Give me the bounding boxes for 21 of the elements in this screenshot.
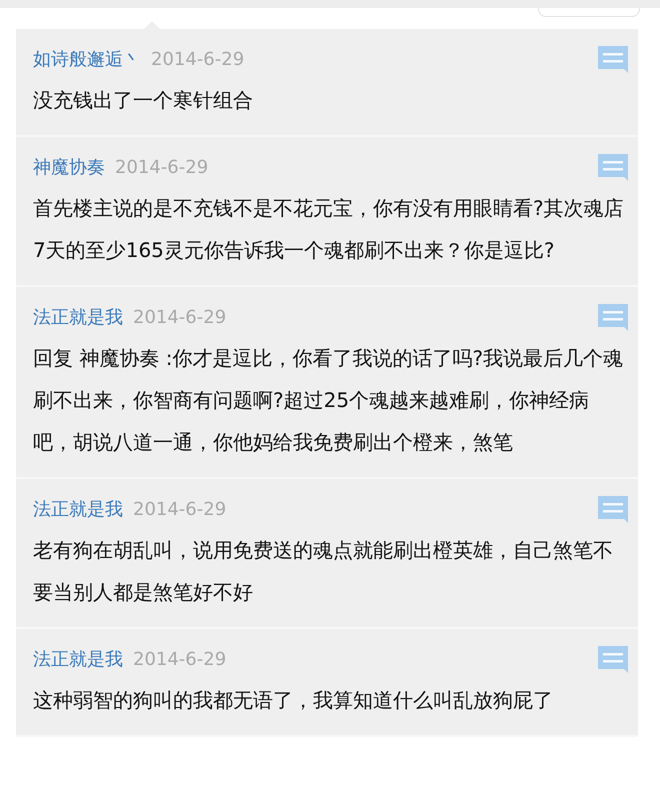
- comment-author[interactable]: 法正就是我: [33, 497, 123, 521]
- header-tab[interactable]: [538, 8, 640, 17]
- comment-icon[interactable]: [598, 154, 628, 180]
- comment-date: 2014-6-29: [115, 156, 208, 178]
- comment-date: 2014-6-29: [133, 648, 226, 670]
- comment-date: 2014-6-29: [133, 306, 226, 328]
- comment-text: 回复 神魔协奏 :你才是逗比，你看了我说的话了吗?我说最后几个魂刷不出来，你智商有问题啊?超过25个魂越来越难刷，你神经病吧，胡说八道一通，你他妈给我免费刷出个橙来，煞笔: [33, 345, 624, 456]
- comment-text: 没充钱出了一个寒针组合: [33, 87, 254, 114]
- comment-date: 2014-6-29: [133, 498, 226, 520]
- comment-text: 这种弱智的狗叫的我都无语了，我算知道什么叫乱放狗屁了: [33, 687, 554, 714]
- comment-icon[interactable]: [598, 46, 628, 72]
- comment-text: 老有狗在胡乱叫，说用免费送的魂点就能刷出橙英雄，自己煞笔不要当别人都是煞笔好不好: [33, 537, 614, 606]
- comment-author[interactable]: 法正就是我: [33, 305, 123, 329]
- comment-author[interactable]: 法正就是我: [33, 647, 123, 671]
- comment-author[interactable]: 神魔协奏: [33, 155, 105, 179]
- comment-icon[interactable]: [598, 646, 628, 672]
- comment-icon[interactable]: [598, 304, 628, 330]
- comment-text: 首先楼主说的是不充钱不是不花元宝，你有没有用眼睛看?其次魂店7天的至少165灵元你告诉我一个魂都刷不出来？你是逗比?: [33, 195, 625, 264]
- comment-author[interactable]: 如诗般邂逅丶: [33, 47, 141, 71]
- comment-icon[interactable]: [598, 496, 628, 522]
- comment-date: 2014-6-29: [151, 48, 244, 70]
